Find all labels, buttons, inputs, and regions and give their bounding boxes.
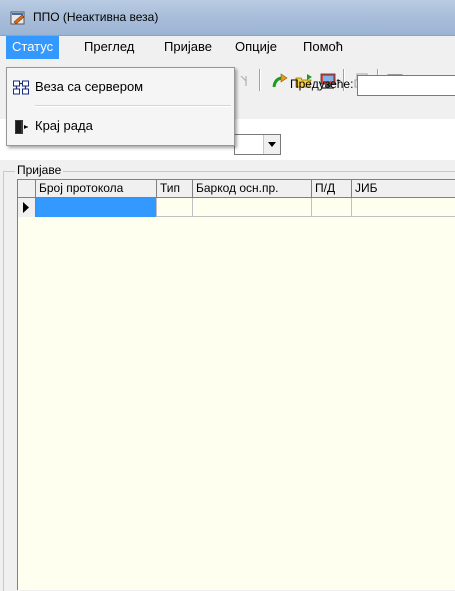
window-title: ППО (Неактивна веза) — [33, 10, 159, 24]
cell-pd[interactable] — [312, 198, 352, 217]
menu-options[interactable]: Опције — [229, 36, 283, 59]
exit-door-icon — [15, 120, 28, 134]
title-bar: ППО (Неактивна веза) — [0, 0, 455, 36]
row-pointer-icon — [23, 202, 29, 213]
menu-item-server-connection[interactable]: Веза са сервером — [9, 74, 232, 102]
menu-separator — [35, 105, 231, 107]
menu-item-label: Веза са сервером — [35, 79, 144, 94]
menu-item-exit[interactable]: Крај рада — [9, 113, 232, 141]
table-row[interactable] — [18, 198, 455, 217]
cell-type[interactable] — [157, 198, 193, 217]
menu-help[interactable]: Помоћ — [297, 36, 349, 59]
company-field[interactable] — [357, 75, 455, 96]
applications-grid[interactable]: Број протокола Тип Баркод осн.пр. П/Д ЈИ… — [17, 179, 455, 590]
menu-bar: Статус Преглед Пријаве Опције Помоћ — [0, 36, 455, 59]
toolbar-separator — [259, 69, 261, 91]
column-header-barcode[interactable]: Баркод осн.пр. — [193, 180, 312, 198]
group-title: Пријаве — [15, 163, 64, 177]
column-header-type[interactable]: Тип — [157, 180, 193, 198]
header-corner — [18, 180, 36, 198]
column-header-jib[interactable]: ЈИБ — [352, 180, 455, 198]
redo-arrow-icon[interactable] — [271, 72, 289, 90]
cell-jib[interactable] — [352, 198, 455, 217]
menu-status[interactable]: Статус — [6, 36, 60, 59]
status-dropdown-menu: Веза са сервером Крај рада — [6, 67, 235, 146]
column-header-protocol-number[interactable]: Број протокола — [36, 180, 157, 198]
chevron-down-icon[interactable] — [263, 135, 280, 154]
filter-combo[interactable] — [234, 134, 281, 155]
grid-header: Број протокола Тип Баркод осн.пр. П/Д ЈИ… — [18, 180, 455, 198]
disabled-tool-icon[interactable] — [237, 72, 255, 90]
app-icon — [10, 11, 25, 25]
current-row-indicator — [18, 198, 36, 217]
server-connection-icon — [13, 80, 29, 95]
cell-protocol-number[interactable] — [36, 198, 157, 217]
column-header-pd[interactable]: П/Д — [312, 180, 352, 198]
menu-item-label: Крај рада — [35, 118, 93, 133]
cell-barcode[interactable] — [193, 198, 312, 217]
company-label: Предузеће: — [290, 77, 354, 91]
menu-applications[interactable]: Пријаве — [158, 36, 218, 59]
menu-view[interactable]: Преглед — [78, 36, 140, 59]
